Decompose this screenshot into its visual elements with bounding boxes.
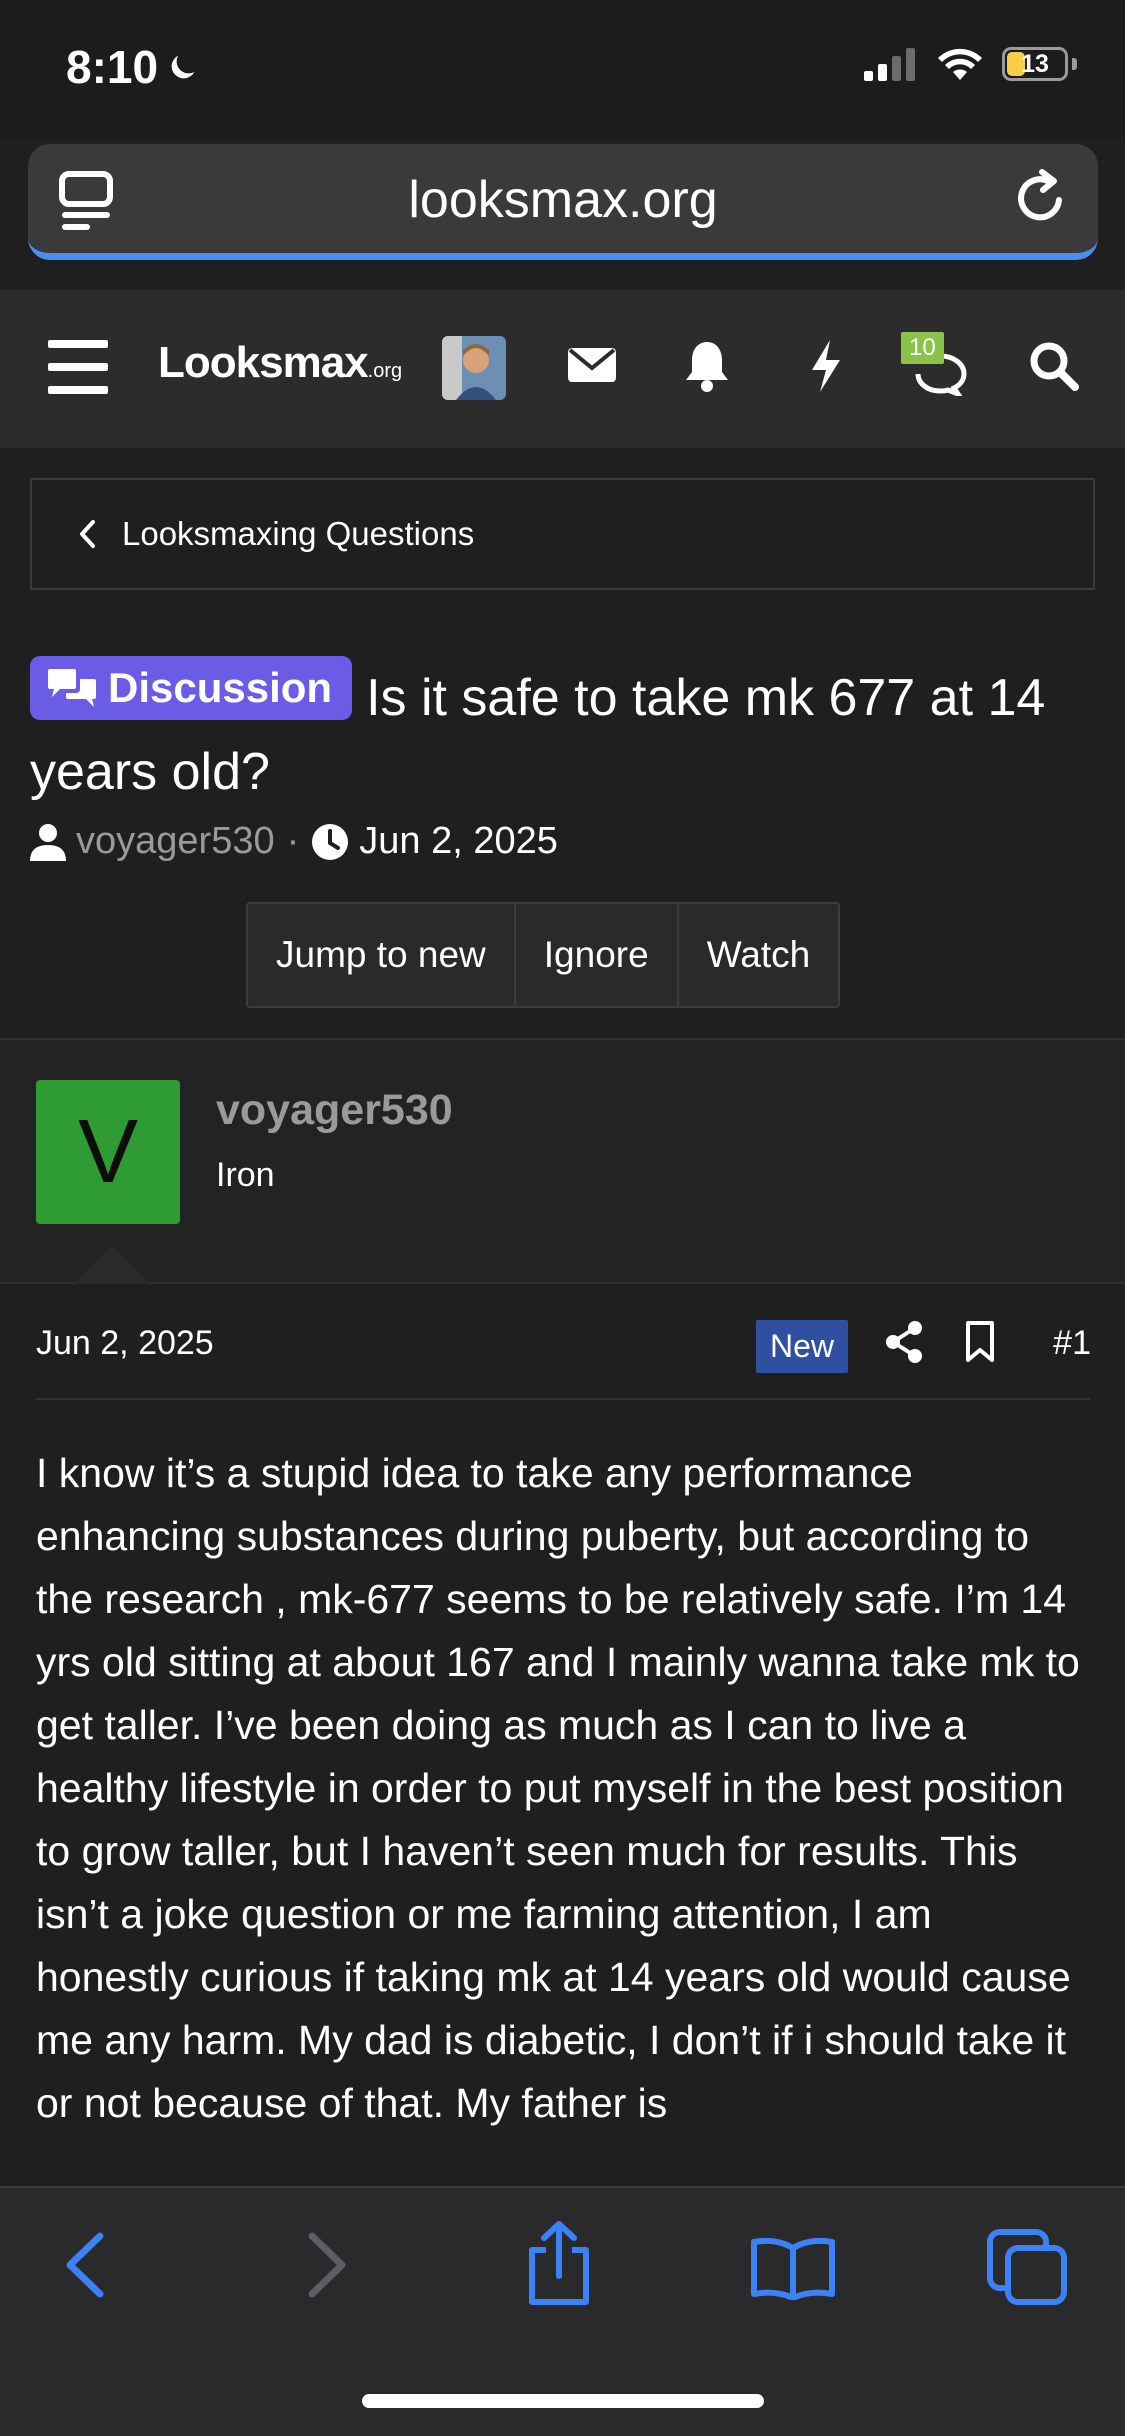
bell-icon[interactable] [684,338,730,394]
account-avatar[interactable] [442,336,506,400]
home-indicator[interactable] [362,2394,764,2408]
address-bar[interactable]: looksmax.org [28,144,1098,260]
forward-icon[interactable] [304,2230,350,2300]
ignore-button[interactable]: Ignore [516,904,679,1006]
post-number[interactable]: #1 [1053,1324,1091,1363]
clock-icon [312,823,349,860]
user-title: Iron [216,1156,275,1194]
bolt-icon[interactable] [808,338,844,394]
meta-separator: · [286,820,300,862]
logo-text: Looksmax [158,338,369,387]
envelope-icon[interactable] [566,338,618,390]
bookmarks-icon[interactable] [750,2236,836,2300]
site-logo[interactable]: Looksmax.org [158,338,402,388]
jump-to-new-button[interactable]: Jump to new [248,904,516,1006]
thread-meta: voyager530 · Jun 2, 2025 [30,820,558,863]
thread-date[interactable]: Jun 2, 2025 [359,820,558,863]
post-body: I know it’s a stupid idea to take any pe… [36,1450,1080,2126]
thread-author[interactable]: voyager530 [76,820,275,863]
share-icon[interactable] [884,1320,924,1364]
search-icon[interactable] [1028,340,1080,392]
avatar[interactable]: V [36,1080,180,1224]
post-date[interactable]: Jun 2, 2025 [36,1324,214,1363]
battery-icon: 13 [1002,47,1068,81]
post-user-block: V voyager530 Iron [0,1038,1125,1284]
wifi-icon [938,48,982,80]
status-indicators: 13 [864,46,1077,82]
site-header: Looksmax.org 10 [0,290,1125,448]
post-username[interactable]: voyager530 [216,1086,453,1135]
user-icon [30,823,66,861]
moon-icon [171,55,195,79]
status-bar: 8:10 13 [0,0,1125,140]
reload-icon[interactable] [1010,168,1070,228]
cellular-signal-icon [864,48,915,81]
prefix-label: Discussion [108,664,333,711]
back-icon[interactable] [62,2230,108,2300]
discussion-icon [48,669,96,707]
share-sheet-icon[interactable] [524,2220,594,2306]
battery-level: 13 [1021,49,1049,78]
bookmark-icon[interactable] [964,1320,996,1364]
thread-actions: Jump to new Ignore Watch [246,902,841,1008]
url-text[interactable]: looksmax.org [28,170,1098,230]
conversations-badge: 10 [901,332,944,364]
tabs-icon[interactable] [986,2228,1068,2306]
breadcrumb[interactable]: Looksmaxing Questions [30,478,1095,590]
logo-suffix: .org [367,360,403,382]
message-arrow [74,1246,150,1284]
post-meta: Jun 2, 2025 New #1 [36,1310,1091,1400]
breadcrumb-label[interactable]: Looksmaxing Questions [122,515,474,553]
new-badge: New [756,1320,849,1373]
menu-icon[interactable] [48,340,108,394]
status-time: 8:10 [66,40,200,94]
discussion-prefix-badge[interactable]: Discussion [30,656,353,720]
thread-title: Discussion Is it safe to take mk 677 at … [30,656,1100,809]
watch-button[interactable]: Watch [679,904,838,1006]
chevron-left-icon [80,520,95,548]
clock-text: 8:10 [66,41,159,93]
